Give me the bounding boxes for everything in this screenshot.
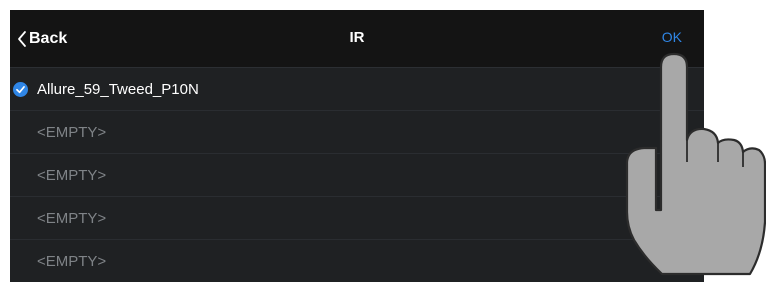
list-item-selected[interactable]: Allure_59_Tweed_P10N [10, 68, 704, 111]
list-item-label: <EMPTY> [37, 209, 107, 227]
list-item-label: <EMPTY> [37, 166, 107, 184]
list-item[interactable]: <EMPTY> [10, 240, 704, 282]
ir-selection-panel: Back IR OK Allure_59_Tweed_P10N <EMPTY> … [10, 10, 704, 282]
list-item-label: <EMPTY> [37, 123, 107, 141]
page-title: IR [349, 29, 365, 46]
list-item[interactable]: <EMPTY> [10, 197, 704, 240]
checkmark-circle-icon [13, 82, 28, 97]
ok-button[interactable]: OK [662, 29, 682, 45]
list-item-label: <EMPTY> [37, 252, 107, 270]
ir-list: Allure_59_Tweed_P10N <EMPTY> <EMPTY> <EM… [10, 68, 704, 282]
navigation-bar: Back IR OK [10, 10, 704, 68]
list-item[interactable]: <EMPTY> [10, 154, 704, 197]
pointing-hand-icon [625, 52, 766, 276]
list-item[interactable]: <EMPTY> [10, 111, 704, 154]
list-item-label: Allure_59_Tweed_P10N [37, 80, 199, 98]
